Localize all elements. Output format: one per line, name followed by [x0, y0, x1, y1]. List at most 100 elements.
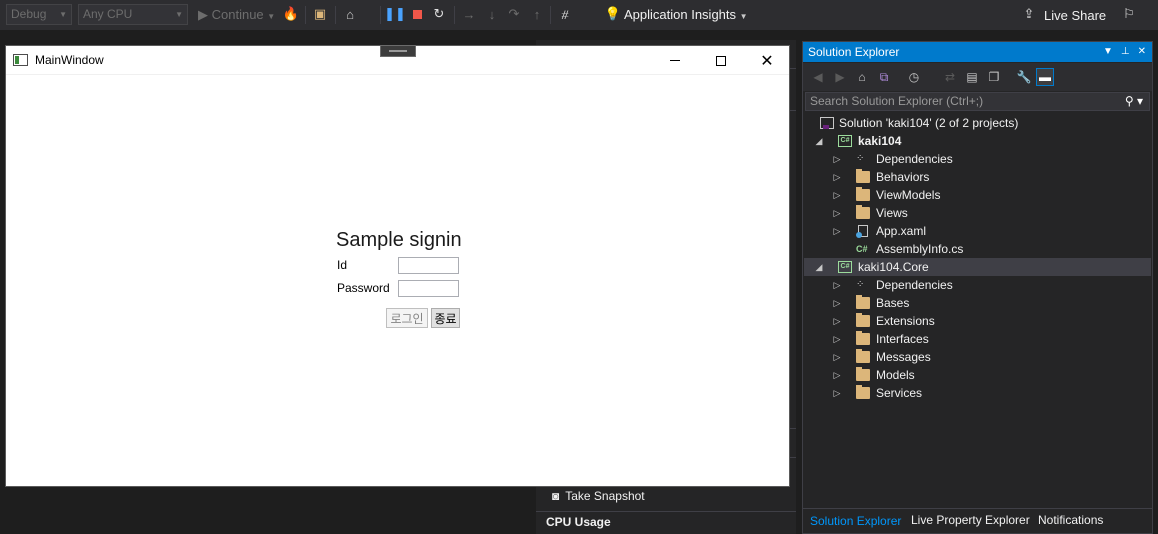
- live-share-button[interactable]: Live Share: [1044, 5, 1106, 27]
- id-input[interactable]: [398, 257, 459, 274]
- tree-item-interfaces[interactable]: ▷ Interfaces: [804, 330, 1151, 348]
- platform-dropdown[interactable]: Any CPU ▼: [78, 4, 188, 25]
- tree-item-label: Extensions: [876, 314, 935, 328]
- continue-label: Continue: [211, 7, 264, 22]
- solution-search-input[interactable]: Search Solution Explorer (Ctrl+;) ⚲ ▾: [805, 92, 1150, 111]
- collapse-all-icon[interactable]: ▤: [963, 68, 981, 86]
- login-button[interactable]: 로그인: [386, 308, 428, 328]
- search-placeholder: Search Solution Explorer (Ctrl+;): [810, 94, 984, 108]
- find-folder-icon[interactable]: ▣: [311, 5, 329, 23]
- cpu-usage-tab[interactable]: CPU Usage: [546, 515, 611, 529]
- chevron-down-icon[interactable]: ▼: [1103, 42, 1113, 62]
- tree-item-messages[interactable]: ▷ Messages: [804, 348, 1151, 366]
- xaml-file-icon: [856, 225, 868, 238]
- password-input[interactable]: [398, 280, 459, 297]
- folder-icon: [856, 295, 870, 309]
- toolbar-separator: [380, 6, 381, 24]
- tab-notifications[interactable]: Notifications: [1033, 511, 1108, 531]
- step-into-icon[interactable]: ↓: [483, 5, 501, 23]
- preview-selected-icon[interactable]: ▬: [1036, 68, 1054, 86]
- solution-explorer-title: Solution Explorer: [808, 45, 900, 59]
- camera-icon: ◙: [552, 489, 560, 503]
- toolbar-separator: [305, 6, 306, 24]
- tree-item-behaviors[interactable]: ▷ Behaviors: [804, 168, 1151, 186]
- expand-triangle-icon[interactable]: ▷: [832, 330, 842, 348]
- csharp-project-icon: C#: [838, 261, 852, 273]
- tree-item-label: Behaviors: [876, 170, 930, 184]
- restart-icon[interactable]: ↻: [430, 5, 448, 23]
- expand-triangle-icon[interactable]: ▷: [832, 204, 842, 222]
- pending-changes-filter-icon[interactable]: ◷: [905, 68, 923, 86]
- back-icon[interactable]: ◀: [809, 68, 827, 86]
- tab-live-property-explorer[interactable]: Live Property Explorer: [906, 511, 1035, 531]
- hot-reload-icon[interactable]: 🔥: [282, 5, 300, 23]
- pin-icon[interactable]: ⊥: [1121, 42, 1130, 62]
- tree-item-views[interactable]: ▷ Views: [804, 204, 1151, 222]
- tree-item-label: Models: [876, 368, 915, 382]
- toolbar-separator: [454, 6, 455, 24]
- tree-item-label: Dependencies: [876, 278, 953, 292]
- close-icon[interactable]: ✕: [1138, 42, 1146, 62]
- solution-icon: [820, 117, 834, 129]
- in-app-toolbar-handle[interactable]: [380, 45, 416, 57]
- home-icon[interactable]: ⌂: [853, 68, 871, 86]
- tree-item-extensions[interactable]: ▷ Extensions: [804, 312, 1151, 330]
- collapse-triangle-icon[interactable]: ◢: [814, 132, 824, 150]
- tree-item-label: ViewModels: [876, 188, 941, 202]
- application-insights-button[interactable]: Application Insights ▼: [624, 4, 748, 26]
- dependencies-icon: ⁘: [856, 279, 865, 290]
- platform-value: Any CPU: [83, 7, 133, 21]
- show-next-statement-icon[interactable]: →: [460, 5, 478, 23]
- exit-button[interactable]: 종료: [431, 308, 460, 328]
- close-button[interactable]: ✕: [744, 46, 790, 75]
- expand-triangle-icon[interactable]: ▷: [832, 222, 842, 240]
- play-icon: ▶: [198, 7, 208, 22]
- live-visual-tree-icon[interactable]: ⌂: [341, 5, 359, 23]
- password-label: Password: [337, 281, 390, 295]
- tree-item-dependencies[interactable]: ▷ ⁘ Dependencies: [804, 276, 1151, 294]
- tab-solution-explorer[interactable]: Solution Explorer: [805, 511, 907, 531]
- collapse-triangle-icon[interactable]: ◢: [814, 258, 824, 276]
- expand-triangle-icon[interactable]: ▷: [832, 168, 842, 186]
- expand-triangle-icon[interactable]: ▷: [832, 384, 842, 402]
- folder-icon: [856, 367, 870, 381]
- tree-item-solution[interactable]: Solution 'kaki104' (2 of 2 projects): [804, 114, 1151, 132]
- tree-item-project-kaki104[interactable]: ◢ C# kaki104: [804, 132, 1151, 150]
- expand-triangle-icon[interactable]: ▷: [832, 150, 842, 168]
- search-icon[interactable]: ⚲ ▾: [1125, 93, 1143, 110]
- expand-triangle-icon[interactable]: ▷: [832, 186, 842, 204]
- tree-item-assemblyinfo[interactable]: C# AssemblyInfo.cs: [804, 240, 1151, 258]
- expand-triangle-icon[interactable]: ▷: [832, 366, 842, 384]
- configuration-dropdown[interactable]: Debug ▼: [6, 4, 72, 25]
- chevron-down-icon: ▼: [175, 10, 183, 19]
- maximize-button[interactable]: [698, 46, 744, 75]
- tree-item-models[interactable]: ▷ Models: [804, 366, 1151, 384]
- forward-icon[interactable]: ▶: [831, 68, 849, 86]
- hex-display-icon[interactable]: ⧣: [556, 5, 574, 23]
- step-over-icon[interactable]: ↷: [505, 5, 523, 23]
- pause-icon[interactable]: ❚❚: [384, 5, 406, 23]
- step-out-icon[interactable]: ↑: [528, 5, 546, 23]
- folder-icon: [856, 331, 870, 345]
- expand-triangle-icon[interactable]: ▷: [832, 348, 842, 366]
- minimize-button[interactable]: [652, 46, 698, 75]
- continue-button[interactable]: ▶ Continue ▼: [198, 4, 275, 26]
- expand-triangle-icon[interactable]: ▷: [832, 294, 842, 312]
- switch-views-icon[interactable]: ⧉: [875, 68, 893, 86]
- tree-item-dependencies[interactable]: ▷ ⁘ Dependencies: [804, 150, 1151, 168]
- sync-icon[interactable]: ⇄: [941, 68, 959, 86]
- feedback-icon[interactable]: ⚐: [1120, 5, 1138, 23]
- show-all-files-icon[interactable]: ❐: [985, 68, 1003, 86]
- tree-item-project-kaki104-core[interactable]: ◢ C# kaki104.Core: [804, 258, 1151, 276]
- tree-item-services[interactable]: ▷ Services: [804, 384, 1151, 402]
- tree-item-app-xaml[interactable]: ▷ App.xaml: [804, 222, 1151, 240]
- csharp-file-icon: C#: [856, 244, 868, 254]
- take-snapshot-button[interactable]: ◙ Take Snapshot: [552, 489, 645, 503]
- folder-icon: [856, 169, 870, 183]
- stop-icon[interactable]: [408, 5, 426, 23]
- expand-triangle-icon[interactable]: ▷: [832, 276, 842, 294]
- tree-item-bases[interactable]: ▷ Bases: [804, 294, 1151, 312]
- properties-wrench-icon[interactable]: 🔧: [1015, 68, 1033, 86]
- tree-item-viewmodels[interactable]: ▷ ViewModels: [804, 186, 1151, 204]
- expand-triangle-icon[interactable]: ▷: [832, 312, 842, 330]
